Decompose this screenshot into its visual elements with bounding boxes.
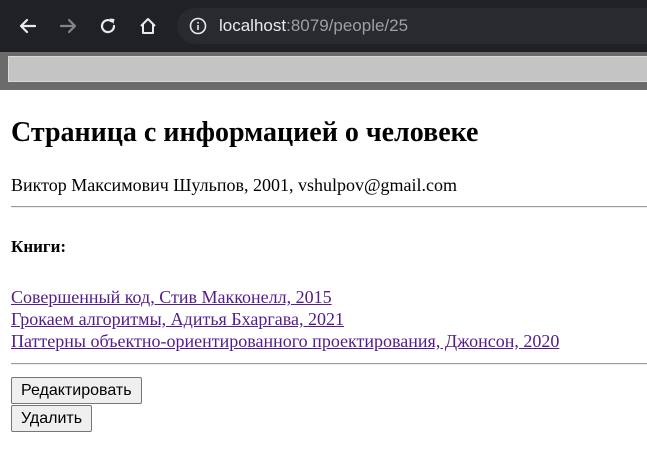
reload-icon — [100, 18, 116, 34]
book-link[interactable]: Грокаем алгоритмы, Адитья Бхаргава, 2021 — [11, 308, 559, 330]
book-list: Совершенный код, Стив Макконелл, 2015 Гр… — [11, 286, 559, 352]
home-icon — [140, 18, 156, 34]
forward-arrow-icon — [59, 18, 77, 34]
reload-button[interactable] — [90, 8, 126, 44]
home-button[interactable] — [130, 8, 166, 44]
delete-button[interactable]: Удалить — [11, 405, 93, 432]
page-title: Страница с информацией о человеке — [11, 117, 479, 148]
browser-toolbar: localhost:8079/people/25 — [0, 0, 647, 52]
forward-button[interactable] — [50, 8, 86, 44]
address-bar[interactable]: localhost:8079/people/25 — [177, 8, 647, 44]
back-arrow-icon — [19, 18, 37, 34]
info-icon[interactable] — [189, 17, 207, 35]
divider-top — [11, 206, 647, 208]
divider-bottom — [11, 363, 647, 365]
url-path: :8079/people/25 — [286, 16, 409, 35]
back-button[interactable] — [10, 8, 46, 44]
book-link[interactable]: Паттерны объектно-ориентированного проек… — [11, 330, 559, 352]
book-link[interactable]: Совершенный код, Стив Макконелл, 2015 — [11, 286, 559, 308]
books-heading: Книги: — [11, 237, 67, 256]
browser-chrome: localhost:8079/people/25 — [0, 0, 647, 90]
url-text[interactable]: localhost:8079/people/25 — [219, 16, 408, 36]
edit-button[interactable]: Редактировать — [11, 377, 142, 404]
bookmarks-bar-inner — [8, 56, 647, 82]
url-host: localhost — [219, 16, 287, 35]
person-info: Виктор Максимович Шульпов, 2001, vshulpo… — [11, 175, 458, 195]
bookmarks-bar — [0, 52, 647, 90]
